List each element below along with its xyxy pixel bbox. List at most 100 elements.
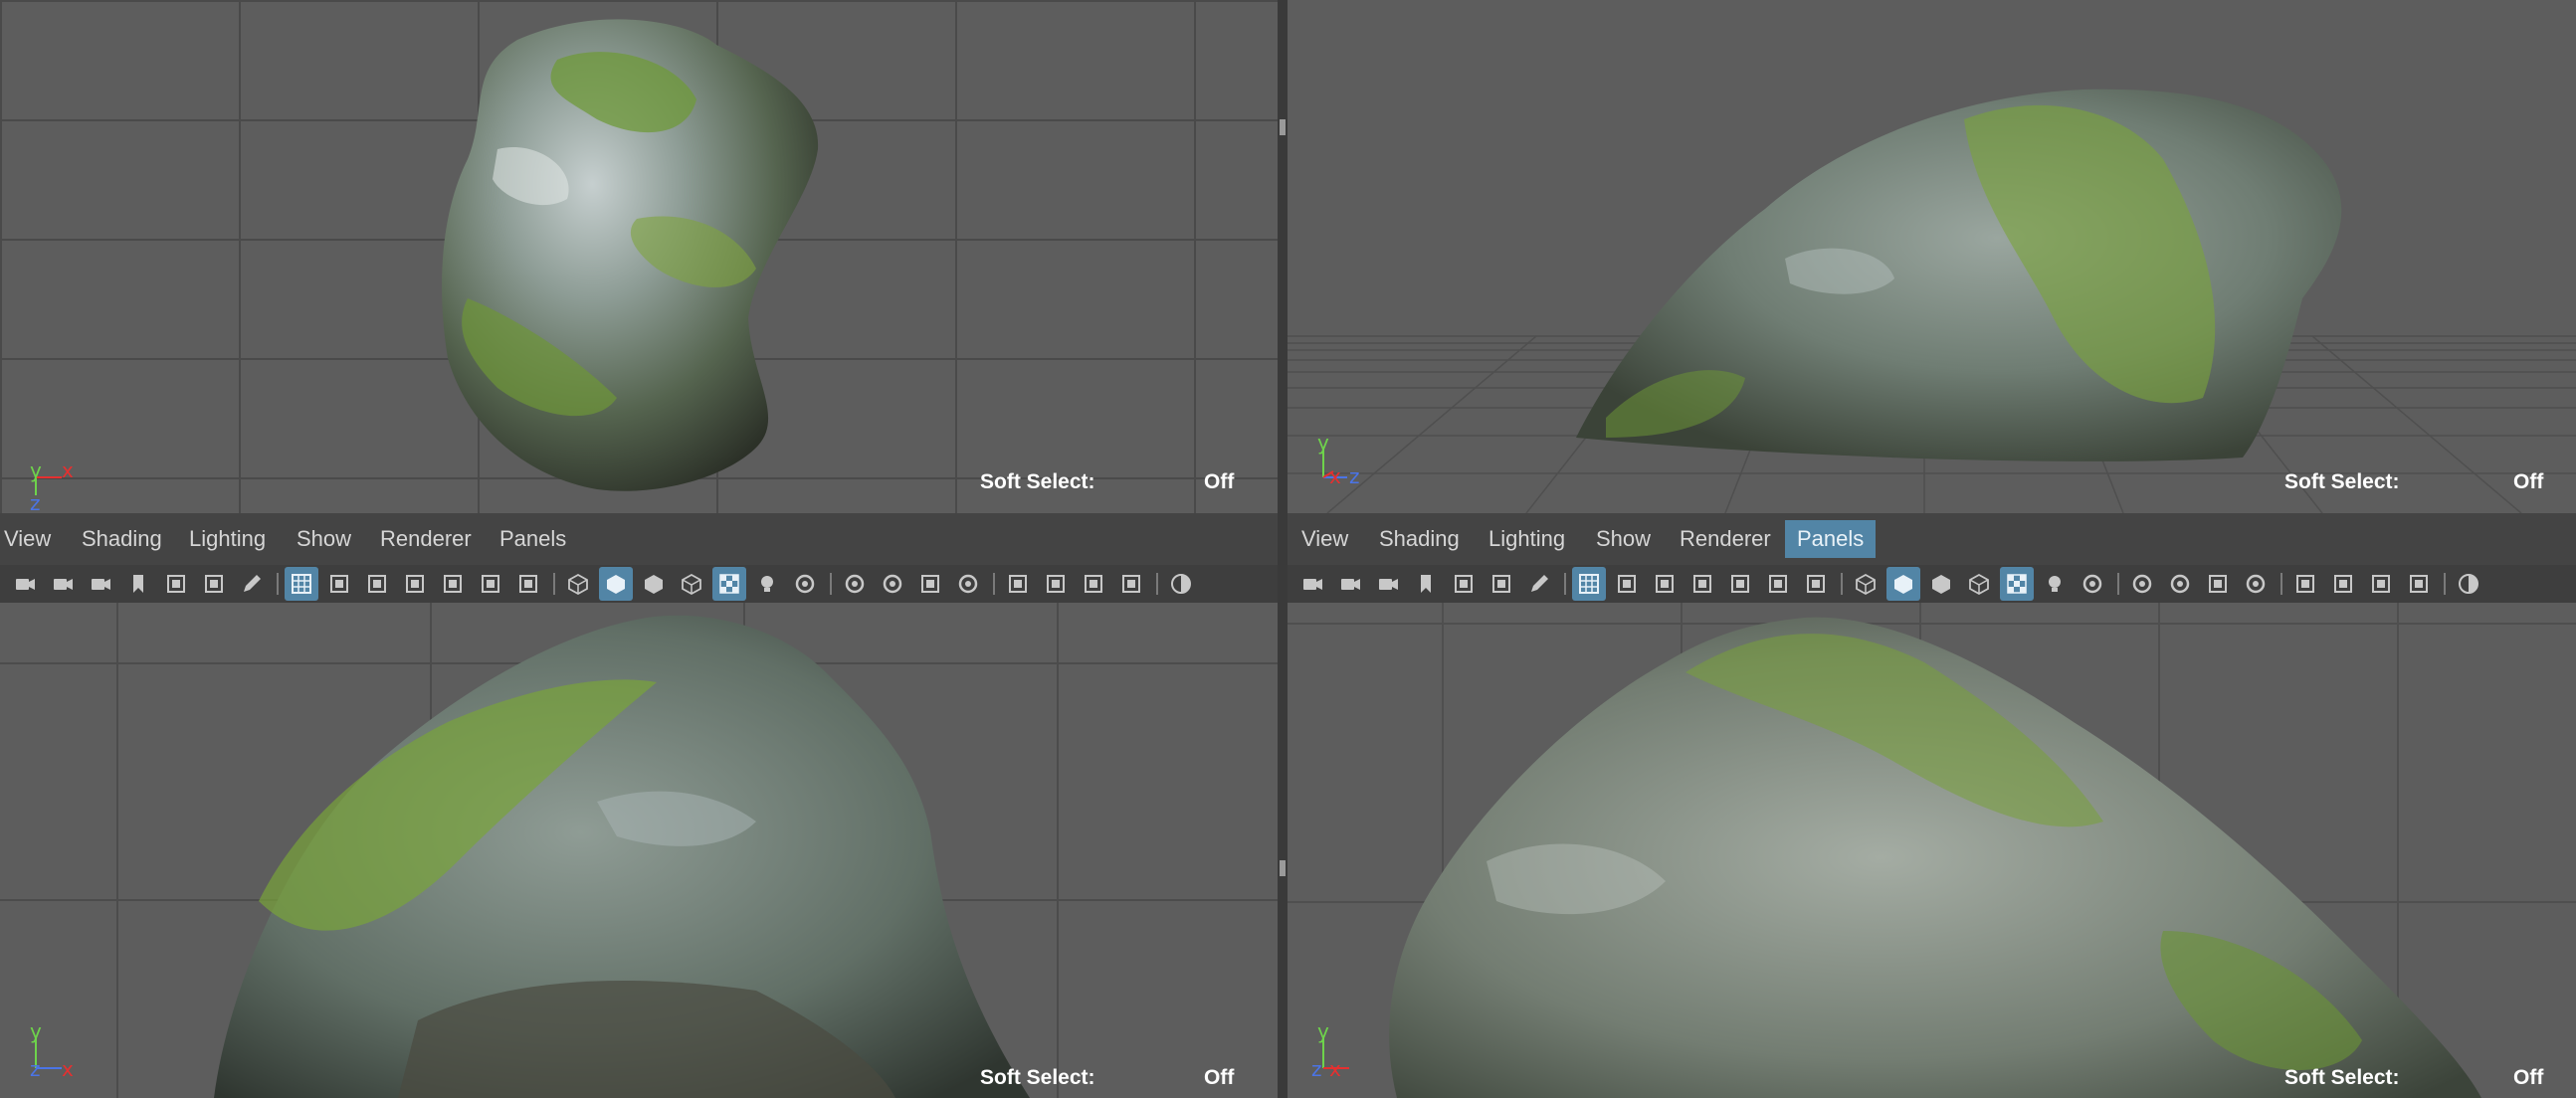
splitter-handle[interactable]: [1280, 860, 1286, 876]
wireframe-on-shaded-icon[interactable]: [675, 567, 708, 601]
axis-indicator-top: y x z: [30, 465, 74, 513]
viewport-side[interactable]: y z x Soft Select: Off: [0, 603, 1278, 1098]
resolution-gate-icon[interactable]: [360, 567, 394, 601]
axis-x-label: x: [62, 465, 74, 482]
safe-action-icon[interactable]: [474, 567, 507, 601]
menu-panels-active[interactable]: Panels: [1785, 520, 1877, 558]
rock-model-perspective[interactable]: [1288, 0, 2576, 513]
xray-joints-icon[interactable]: [1114, 567, 1148, 601]
viewport-splitter[interactable]: [1278, 0, 1288, 1098]
menu-shading[interactable]: Shading: [82, 513, 162, 565]
textured-icon[interactable]: [712, 567, 746, 601]
menu-panels[interactable]: Panels: [499, 513, 566, 565]
grease-pencil-icon[interactable]: [235, 567, 269, 601]
viewport-front[interactable]: y z x Soft Select: Off: [1288, 603, 2576, 1098]
soft-select-value: Off: [2513, 1066, 2544, 1089]
bookmark-icon[interactable]: [1409, 567, 1443, 601]
camera-attributes-icon[interactable]: [84, 567, 117, 601]
toolbar-separator: [1156, 573, 1158, 595]
safe-action-icon[interactable]: [1761, 567, 1795, 601]
xray-icon[interactable]: [2326, 567, 2360, 601]
smooth-shade-icon[interactable]: [599, 567, 633, 601]
soft-select-label: Soft Select:: [980, 470, 1095, 493]
toolbar-separator: [993, 573, 995, 595]
safe-title-icon[interactable]: [511, 567, 545, 601]
menu-lighting[interactable]: Lighting: [1488, 513, 1565, 565]
gate-mask-icon[interactable]: [398, 567, 432, 601]
wireframe-on-shaded-icon[interactable]: [1962, 567, 1996, 601]
field-chart-icon[interactable]: [436, 567, 470, 601]
toolbar-separator: [2117, 573, 2119, 595]
wireframe-icon[interactable]: [561, 567, 595, 601]
exposure-icon[interactable]: [1164, 567, 1198, 601]
viewport-top[interactable]: y x z Soft Select: Off: [0, 0, 1278, 513]
image-plane-icon[interactable]: [1447, 567, 1481, 601]
axis-y-label: y: [1317, 1026, 1329, 1043]
menu-renderer[interactable]: Renderer: [1680, 513, 1771, 565]
motion-blur-icon[interactable]: [2163, 567, 2197, 601]
screen-space-ao-icon[interactable]: [838, 567, 872, 601]
xray-joints-icon[interactable]: [2402, 567, 2436, 601]
resolution-gate-icon[interactable]: [1648, 567, 1682, 601]
xray-icon[interactable]: [1039, 567, 1073, 601]
lights-icon[interactable]: [2038, 567, 2072, 601]
motion-blur-icon[interactable]: [876, 567, 909, 601]
isolate-select-icon[interactable]: [2288, 567, 2322, 601]
rock-model-side[interactable]: [0, 603, 1278, 1098]
two-d-pan-zoom-icon[interactable]: [1485, 567, 1518, 601]
wireframe-icon[interactable]: [1849, 567, 1882, 601]
viewport-perspective[interactable]: y x z Soft Select: Off: [1288, 0, 2576, 513]
safe-title-icon[interactable]: [1799, 567, 1833, 601]
bookmark-icon[interactable]: [121, 567, 155, 601]
multisample-aa-icon[interactable]: [2201, 567, 2235, 601]
axis-z-label: z: [1311, 1057, 1322, 1076]
axis-indicator-side: y z x: [30, 1026, 74, 1076]
menu-show[interactable]: Show: [1596, 513, 1651, 565]
soft-select-value: Off: [1204, 1066, 1235, 1089]
two-d-pan-zoom-icon[interactable]: [197, 567, 231, 601]
gate-mask-icon[interactable]: [1685, 567, 1719, 601]
isolate-select-icon[interactable]: [1001, 567, 1035, 601]
multisample-aa-icon[interactable]: [913, 567, 947, 601]
splitter-handle[interactable]: [1280, 119, 1286, 135]
xray-active-components-icon[interactable]: [2364, 567, 2398, 601]
toolbar-separator: [830, 573, 832, 595]
depth-of-field-icon[interactable]: [951, 567, 985, 601]
lock-camera-icon[interactable]: [1333, 567, 1367, 601]
rock-model-front[interactable]: [1288, 603, 2576, 1098]
axis-y-label: y: [1317, 438, 1329, 455]
toolbar-separator: [277, 573, 279, 595]
lock-camera-icon[interactable]: [46, 567, 80, 601]
film-gate-icon[interactable]: [322, 567, 356, 601]
menu-renderer[interactable]: Renderer: [380, 513, 472, 565]
rock-model-top[interactable]: [0, 0, 1278, 513]
xray-active-components-icon[interactable]: [1077, 567, 1110, 601]
menu-shading[interactable]: Shading: [1379, 513, 1460, 565]
axis-x-label: x: [1329, 1057, 1341, 1076]
soft-select-label: Soft Select:: [980, 1066, 1095, 1089]
depth-of-field-icon[interactable]: [2239, 567, 2273, 601]
axis-x-label: x: [1329, 464, 1341, 487]
film-gate-icon[interactable]: [1610, 567, 1644, 601]
menu-lighting[interactable]: Lighting: [189, 513, 266, 565]
menu-view[interactable]: View: [1301, 513, 1348, 565]
lights-icon[interactable]: [750, 567, 784, 601]
camera-attributes-icon[interactable]: [1371, 567, 1405, 601]
field-chart-icon[interactable]: [1723, 567, 1757, 601]
exposure-icon[interactable]: [2452, 567, 2485, 601]
screen-space-ao-icon[interactable]: [2125, 567, 2159, 601]
camera-icon[interactable]: [8, 567, 42, 601]
textured-icon[interactable]: [2000, 567, 2034, 601]
use-default-material-icon[interactable]: [1924, 567, 1958, 601]
grid-icon[interactable]: [1572, 567, 1606, 601]
shadows-icon[interactable]: [2076, 567, 2109, 601]
grid-icon[interactable]: [285, 567, 318, 601]
menu-show[interactable]: Show: [297, 513, 351, 565]
use-default-material-icon[interactable]: [637, 567, 671, 601]
grease-pencil-icon[interactable]: [1522, 567, 1556, 601]
camera-icon[interactable]: [1295, 567, 1329, 601]
image-plane-icon[interactable]: [159, 567, 193, 601]
menu-view[interactable]: View: [4, 513, 51, 565]
shadows-icon[interactable]: [788, 567, 822, 601]
smooth-shade-icon[interactable]: [1886, 567, 1920, 601]
